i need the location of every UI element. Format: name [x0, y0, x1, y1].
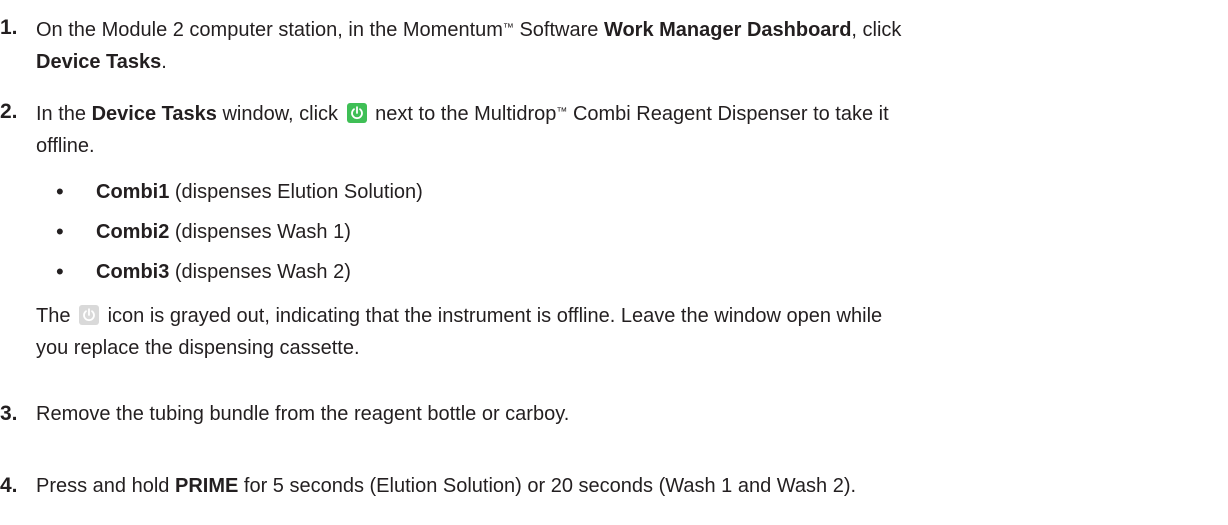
- step-text: Press and hold PRIME for 5 seconds (Elut…: [36, 470, 1216, 502]
- bullet-glyph: •: [56, 259, 64, 284]
- text-run: In the: [36, 103, 92, 125]
- trademark: ™: [556, 106, 568, 118]
- step-number: 2.: [0, 100, 18, 123]
- step-number: 3.: [0, 402, 18, 425]
- list-item: • Combi2 (dispenses Wash 1): [56, 216, 1156, 256]
- text-run: .: [161, 51, 167, 73]
- ui-term: Device Tasks: [91, 103, 217, 125]
- text-run: window, click: [216, 103, 339, 125]
- text-run: , click: [851, 19, 902, 41]
- step-text: In the Device Tasks window, click next t…: [36, 96, 1216, 162]
- text-run: Combi Reagent Dispenser to take it: [567, 103, 889, 125]
- step-2-line-1: In the Device Tasks window, click next t…: [36, 96, 1216, 130]
- bullet-list: • Combi1 (dispenses Elution Solution) • …: [56, 176, 1156, 296]
- bullet-glyph: •: [56, 219, 64, 244]
- step-text: On the Module 2 computer station, in the…: [36, 12, 1216, 78]
- text-run: next to the Multidrop: [375, 103, 557, 125]
- step-number: 1.: [0, 16, 18, 39]
- device-name: Combi2: [96, 221, 170, 243]
- text-run: icon is grayed out, indicating that the …: [107, 305, 883, 327]
- power-icon: [346, 103, 367, 123]
- ui-term: Device Tasks: [36, 51, 162, 73]
- device-description: (dispenses Wash 1): [169, 221, 351, 243]
- device-description: (dispenses Wash 2): [169, 261, 351, 283]
- text-run: for 5 seconds (Elution Solution) or 20 s…: [238, 475, 857, 497]
- device-name: Combi3: [96, 261, 170, 283]
- list-item: • Combi3 (dispenses Wash 2): [56, 256, 1156, 296]
- ui-term: PRIME: [174, 475, 239, 497]
- bullet-glyph: •: [56, 179, 64, 204]
- step-4-line-1: Press and hold PRIME for 5 seconds (Elut…: [36, 470, 1216, 502]
- step-3-line-1: Remove the tubing bundle from the reagen…: [36, 403, 570, 425]
- text-run: Press and hold: [36, 475, 175, 497]
- note-line-1: The icon is grayed out, indicating that …: [36, 300, 1216, 332]
- note-text: The icon is grayed out, indicating that …: [36, 300, 1216, 364]
- power-icon-grayed: [79, 305, 100, 325]
- device-description: (dispenses Elution Solution): [169, 181, 423, 203]
- step-number: 4.: [0, 474, 18, 497]
- list-item: • Combi1 (dispenses Elution Solution): [56, 176, 1156, 216]
- device-name: Combi1: [96, 181, 170, 203]
- trademark: ™: [502, 22, 514, 34]
- note-line-2: you replace the dispensing cassette.: [36, 337, 360, 359]
- step-1-line-1: On the Module 2 computer station, in the…: [36, 12, 1216, 46]
- text-run: The: [36, 305, 71, 327]
- text-run: Software: [513, 19, 604, 41]
- step-text: Remove the tubing bundle from the reagen…: [36, 398, 1216, 430]
- text-run: On the Module 2 computer station, in the…: [36, 19, 503, 41]
- step-1-line-2: Device Tasks.: [36, 46, 1216, 78]
- step-2-line-2: offline.: [36, 135, 95, 157]
- ui-term: Work Manager Dashboard: [603, 19, 852, 41]
